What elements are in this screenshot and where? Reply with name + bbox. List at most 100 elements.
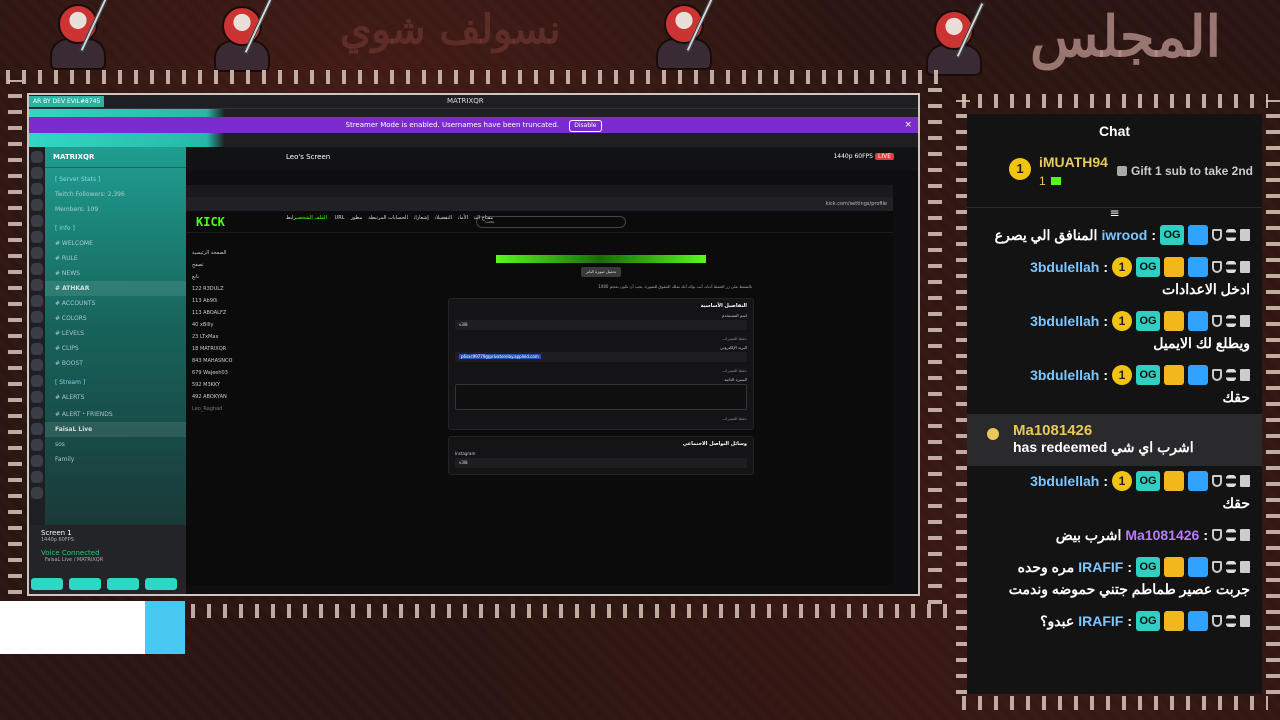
timeout-icon[interactable] <box>1226 369 1236 381</box>
expand-icon[interactable]: ≡ <box>967 207 1262 220</box>
channel-item[interactable]: # COLORS <box>45 311 186 326</box>
server-icon[interactable] <box>31 279 43 291</box>
browser-tabs[interactable] <box>186 185 893 197</box>
chat-username[interactable]: 3bdulellah <box>1030 310 1099 332</box>
username-field[interactable]: v3l8 <box>455 320 747 330</box>
channel-item[interactable]: # RULE <box>45 251 186 266</box>
gift-sub-button[interactable]: Gift 1 sub to take 2nd <box>1117 164 1253 178</box>
server-icon[interactable] <box>31 343 43 355</box>
gifter-name[interactable]: iMUATH94 <box>1039 154 1108 170</box>
timeout-icon[interactable] <box>1226 315 1236 327</box>
chat-username[interactable]: Ma1081426 <box>1125 524 1199 546</box>
timeout-icon[interactable] <box>1226 529 1236 541</box>
sidebar-channel[interactable]: الصفحة الرئيسية <box>192 247 272 259</box>
trash-icon[interactable] <box>1240 475 1250 487</box>
server-icon[interactable] <box>31 359 43 371</box>
channel-item[interactable]: sos <box>45 437 186 452</box>
sidebar-channel[interactable]: 679 Wajeeh03 <box>192 367 272 379</box>
disable-button[interactable]: Disable <box>569 120 602 132</box>
sidebar-channel[interactable]: 592 M3KKY <box>192 379 272 391</box>
trash-icon[interactable] <box>1240 261 1250 273</box>
settings-tab[interactable]: الملف الشخصي <box>296 215 327 221</box>
channel-item[interactable]: # ALERTS <box>45 390 186 405</box>
trash-icon[interactable] <box>1240 615 1250 627</box>
activity-button[interactable] <box>107 578 139 590</box>
ban-icon[interactable] <box>1212 261 1222 273</box>
server-icon[interactable] <box>31 487 43 499</box>
ban-icon[interactable] <box>1212 229 1222 241</box>
server-icon[interactable] <box>31 295 43 307</box>
chat-username[interactable]: IRAFIF <box>1078 556 1123 578</box>
sidebar-channel[interactable]: 843 MAHASNCO <box>192 355 272 367</box>
url-bar[interactable]: kick.com/settings/profile <box>186 197 893 211</box>
ban-icon[interactable] <box>1212 369 1222 381</box>
close-icon[interactable]: × <box>904 117 912 133</box>
trash-icon[interactable] <box>1240 369 1250 381</box>
channel-item[interactable]: # NEWS <box>45 266 186 281</box>
server-icon[interactable] <box>31 247 43 259</box>
trash-icon[interactable] <box>1240 229 1250 241</box>
server-icon[interactable] <box>31 391 43 403</box>
server-icon[interactable] <box>31 407 43 419</box>
channel-item[interactable]: FaisaL Live <box>45 422 186 437</box>
server-icon[interactable] <box>31 263 43 275</box>
channel-item[interactable]: # LEVELS <box>45 326 186 341</box>
sidebar-channel[interactable]: 113 Ab90i <box>192 295 272 307</box>
chat-username[interactable]: IRAFIF <box>1078 610 1123 632</box>
server-icon[interactable] <box>31 199 43 211</box>
server-icon[interactable] <box>31 311 43 323</box>
channel-item[interactable]: # ACCOUNTS <box>45 296 186 311</box>
kick-logo[interactable]: KICK <box>196 215 225 229</box>
save-button[interactable]: حفظ التغييرات <box>455 412 747 425</box>
settings-tab[interactable]: الحسابات المرتبطة <box>368 215 408 221</box>
instagram-field[interactable]: v3l8 <box>455 458 747 468</box>
sidebar-channel[interactable]: Leo_Raghad <box>192 403 272 415</box>
trash-icon[interactable] <box>1240 529 1250 541</box>
ban-icon[interactable] <box>1212 475 1222 487</box>
camera-button[interactable] <box>31 578 63 590</box>
sidebar-channel[interactable]: تصفح <box>192 259 272 271</box>
channel-item[interactable]: Family <box>45 452 186 467</box>
channel-item[interactable]: Twitch Followers: 2,396 <box>45 187 186 202</box>
channel-item[interactable]: # ATHKAR <box>45 281 186 296</box>
timeout-icon[interactable] <box>1226 561 1236 573</box>
timeout-icon[interactable] <box>1226 615 1236 627</box>
server-icon[interactable] <box>31 327 43 339</box>
chat-username[interactable]: 3bdulellah <box>1030 364 1099 386</box>
screen-share-button[interactable] <box>69 578 101 590</box>
trash-icon[interactable] <box>1240 561 1250 573</box>
channel-item[interactable]: # BOOST <box>45 356 186 371</box>
server-name[interactable]: MATRIXQR <box>45 147 186 168</box>
server-icon[interactable] <box>31 167 43 179</box>
channel-item[interactable]: # ALERT・FRIENDS <box>45 405 186 422</box>
upload-banner-button[interactable]: تحميل صورة البانر <box>581 267 621 277</box>
settings-tab[interactable]: الأمان <box>458 215 468 221</box>
channel-item[interactable]: Members: 109 <box>45 202 186 217</box>
channel-item[interactable]: # CLIPS <box>45 341 186 356</box>
settings-tab[interactable]: التفضيلات <box>435 215 452 221</box>
timeout-icon[interactable] <box>1226 261 1236 273</box>
soundboard-button[interactable] <box>145 578 177 590</box>
server-icon[interactable] <box>31 471 43 483</box>
sidebar-channel[interactable]: 40 xBilly <box>192 319 272 331</box>
bio-field[interactable] <box>455 384 747 410</box>
ban-icon[interactable] <box>1212 529 1222 541</box>
server-icon[interactable] <box>31 423 43 435</box>
sidebar-channel[interactable]: 113 ABOALFZ <box>192 307 272 319</box>
chat-username[interactable]: 3bdulellah <box>1030 256 1099 278</box>
email-field[interactable]: p6sxc99779@privaterelay.appleid.com <box>455 352 747 362</box>
sidebar-channel[interactable]: 18 MATRIXQR <box>192 343 272 355</box>
settings-tab[interactable]: إشعارات <box>414 215 429 221</box>
save-button[interactable]: حفظ التغييرات <box>455 364 747 377</box>
sidebar-channel[interactable]: 492 ABOKYAN <box>192 391 272 403</box>
server-icon[interactable] <box>31 151 43 163</box>
server-icon[interactable] <box>31 231 43 243</box>
sidebar-channel[interactable]: 23 LTxMax <box>192 331 272 343</box>
chat-username[interactable]: iwrood <box>1101 224 1147 246</box>
ban-icon[interactable] <box>1212 615 1222 627</box>
chat-username[interactable]: 3bdulellah <box>1030 470 1099 492</box>
channel-item[interactable]: # WELCOME <box>45 236 186 251</box>
trash-icon[interactable] <box>1240 315 1250 327</box>
settings-tab[interactable]: مفتاح البث <box>474 215 493 221</box>
sidebar-channel[interactable]: تابع <box>192 271 272 283</box>
